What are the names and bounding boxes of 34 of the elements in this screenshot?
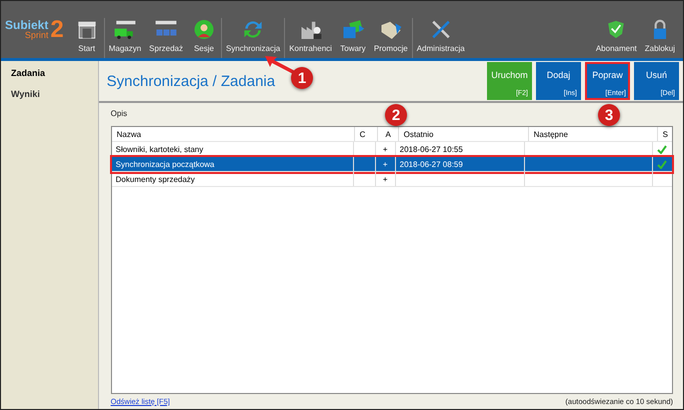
column-header[interactable]: C [354,127,378,141]
sidebar-item[interactable]: Wyniki [1,86,98,107]
column-header[interactable]: Ostatnio [398,127,529,141]
callout-badge: 1 [291,67,313,89]
column-header[interactable]: A [378,127,399,141]
callout-badge: 2 [385,104,407,126]
callout-badge: 3 [598,104,620,126]
sidebar-item[interactable]: Zadania [1,65,98,86]
column-header[interactable]: Nazwa [112,127,355,141]
toolbar-button[interactable]: Promocje [370,18,412,58]
table-row[interactable]: Dokumenty sprzedaży + [112,172,672,187]
truck-icon [112,18,138,41]
toolbar-button[interactable]: Start [70,18,104,58]
section-label: Opis [110,109,128,118]
toolbar-button[interactable]: Sprzedaż [145,18,187,58]
table-cell: + [382,160,388,168]
table-cell: + [382,174,388,184]
toolbar-button[interactable]: Magazyn [104,18,146,58]
table-cell: Słowniki, kartoteki, stany [116,144,204,154]
table-row[interactable]: Synchronizacja początkowa + 2018-06-27 08:59 [112,157,672,172]
column-header[interactable]: Następne [528,127,658,141]
page-title: Synchronizacja / Zadania [106,72,276,90]
table-cell: 2018-06-27 08:59 [400,160,463,168]
column-header[interactable]: S [658,127,672,141]
table-cell: Dokumenty sprzedaży [116,174,195,184]
table-cell: 2018-06-27 10:55 [400,144,463,154]
toolbar-button[interactable]: Abonament [592,18,641,58]
toolbar-button[interactable]: Zablokuj [640,18,679,58]
table-cell: + [382,144,388,154]
table-cell: Synchronizacja początkowa [116,160,214,168]
toolbar-button[interactable]: Kontrahenci [284,18,336,58]
toolbar-button[interactable]: Administracja [412,18,469,58]
toolbar-button[interactable]: Sesje [186,18,221,58]
toolbar-button[interactable]: Towary [336,18,370,58]
